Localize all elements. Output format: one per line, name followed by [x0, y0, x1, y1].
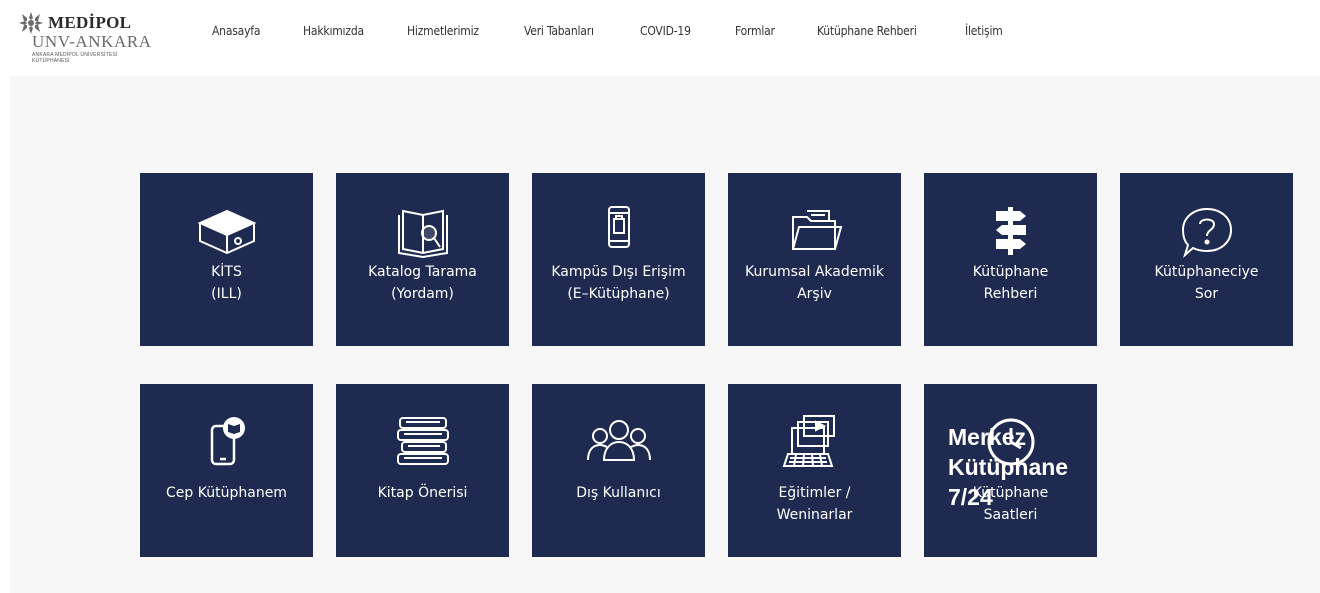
tile-library-hours[interactable]: Kütüphane Saatleri Merkez Kütüphane 7/24 [924, 384, 1097, 557]
nav-about[interactable]: Hakkımızda [303, 24, 364, 38]
tile-book-suggestion[interactable]: Kitap Önerisi [336, 384, 509, 557]
logo-name: MEDİPOL [48, 13, 132, 32]
nav-forms[interactable]: Formlar [735, 24, 775, 38]
tile-ask-librarian[interactable]: Kütüphaneciye Sor [1120, 173, 1293, 346]
tile-archive-line2: Arşiv [797, 286, 832, 302]
tile-external-user[interactable]: Dış Kullanıcı [532, 384, 705, 557]
tile-library-guide[interactable]: Kütüphane Rehberi [924, 173, 1097, 346]
nav-covid19[interactable]: COVID-19 [640, 24, 691, 38]
nav-databases[interactable]: Veri Tabanları [524, 24, 594, 38]
tile-offcampus-line2: (E–Kütüphane) [567, 286, 670, 302]
overlay-line1: Merkez [948, 424, 1026, 450]
folder-icon [791, 210, 842, 250]
tile-guide-line2: Rehberi [983, 286, 1038, 302]
site-logo[interactable]: MEDİPOL UNV-ANKARA ANKARA MEDİPOL ÜNİVER… [16, 10, 166, 66]
book-search-icon [397, 209, 448, 259]
tile-ask-line2: Sor [1194, 286, 1219, 302]
tile-archive-line1: Kurumsal Akademik [745, 264, 884, 280]
tile-off-campus-access[interactable]: Kampüs Dışı Erişim (E–Kütüphane) [532, 173, 705, 346]
overlay-line2: Kütüphane [948, 454, 1069, 480]
tile-ask-line1: Kütüphaneciye [1154, 264, 1259, 280]
question-bubble-icon [1181, 207, 1232, 259]
mobile-phone-icon [607, 206, 630, 248]
nav-contact[interactable]: İletişim [965, 24, 1003, 38]
tile-kits-line1: KİTS [211, 264, 242, 280]
tile-pocket-label: Cep Kütüphanem [166, 485, 287, 501]
computer-video-icon [782, 415, 835, 467]
signpost-icon [995, 207, 1026, 255]
nav-home[interactable]: Anasayfa [212, 24, 260, 38]
overlay-line3: 7/24 [948, 484, 993, 510]
tile-external-label: Dış Kullanıcı [576, 485, 661, 501]
logo-tagline-2: KÜTÜPHANESİ [32, 58, 70, 64]
tile-catalog-line2: (Yordam) [391, 286, 454, 302]
book-stack-icon [396, 417, 449, 465]
phone-book-icon [210, 417, 245, 466]
tile-kits-line2: (ILL) [211, 286, 242, 302]
tile-offcampus-line1: Kampüs Dışı Erişim [551, 264, 686, 280]
users-group-icon [586, 420, 651, 461]
tile-catalog-line1: Katalog Tarama [368, 264, 477, 280]
logo-subtitle: UNV-ANKARA [32, 32, 152, 51]
tile-suggestion-label: Kitap Önerisi [377, 485, 468, 501]
tile-institutional-archive[interactable]: Kurumsal Akademik Arşiv [728, 173, 901, 346]
tile-guide-line1: Kütüphane [972, 264, 1049, 280]
package-icon [197, 209, 256, 255]
tile-trainings-line1: Eğitimler / [778, 485, 851, 501]
nav-library-guide[interactable]: Kütüphane Rehberi [817, 24, 917, 38]
tile-kits[interactable]: KİTS (ILL) [140, 173, 313, 346]
site-header: MEDİPOL UNV-ANKARA ANKARA MEDİPOL ÜNİVER… [0, 0, 1320, 72]
nav-services[interactable]: Hizmetlerimiz [407, 24, 479, 38]
tile-catalog-search[interactable]: Katalog Tarama (Yordam) [336, 173, 509, 346]
tile-pocket-library[interactable]: Cep Kütüphanem [140, 384, 313, 557]
tile-trainings-line2: Weninarlar [776, 507, 853, 523]
tile-hours-overlay: Merkez Kütüphane 7/24 [948, 422, 1068, 512]
tile-trainings-webinars[interactable]: Eğitimler / Weninarlar [728, 384, 901, 557]
